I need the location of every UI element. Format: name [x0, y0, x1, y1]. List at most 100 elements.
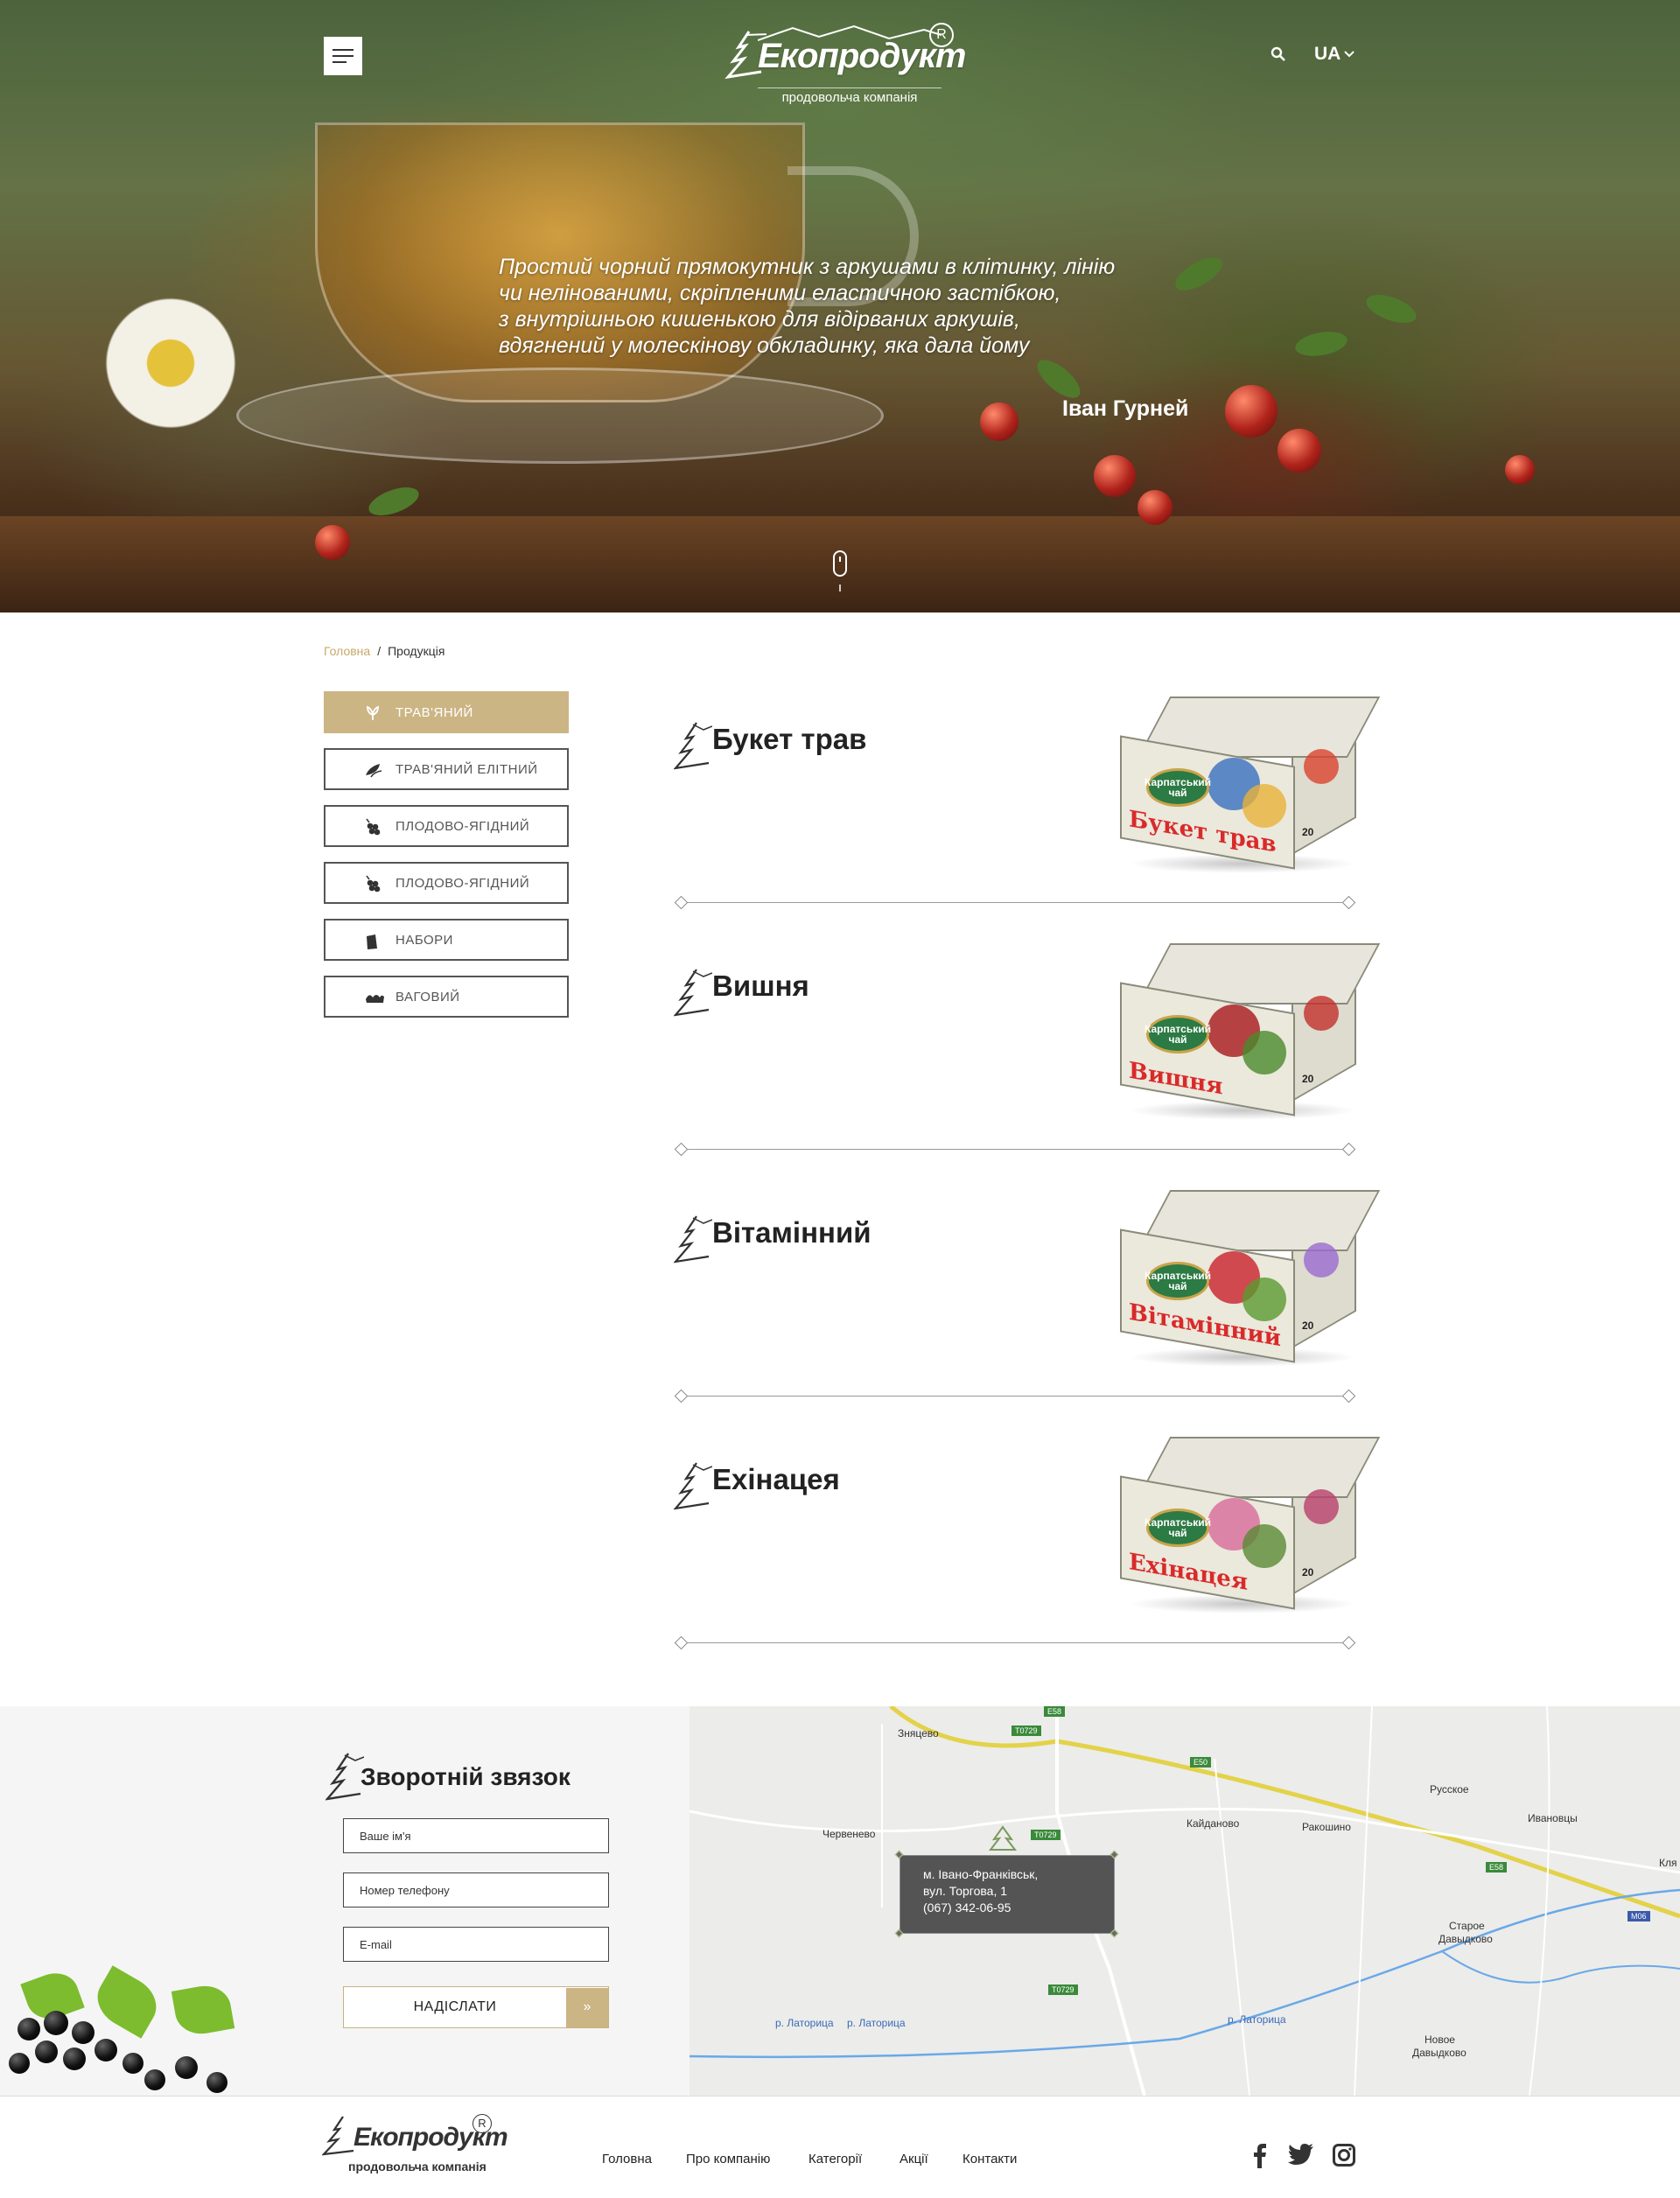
map-place-label: Червенево	[822, 1828, 876, 1840]
brand-badge: Карпатський чай	[1144, 768, 1211, 807]
map-place-label: р. Латорица	[775, 2017, 834, 2029]
road-number-badge: E58	[1044, 1706, 1066, 1717]
scroll-down-button[interactable]	[831, 550, 849, 599]
road-number-badge: T0729	[1048, 1984, 1078, 1995]
email-field[interactable]	[343, 1927, 609, 1962]
breadcrumb-separator: /	[377, 644, 382, 658]
category-fruit-berry[interactable]: ПЛОДОВО-ЯГІДНИЙ	[324, 805, 569, 847]
footer-logo[interactable]: Екопродукт R продовольча компанія	[322, 2114, 508, 2175]
footer-link-contacts[interactable]: Контакти	[962, 2152, 1017, 2166]
category-label: ТРАВ'ЯНИЙ ЕЛІТНИЙ	[396, 761, 538, 777]
product-item[interactable]: Вишня Карпатський чай Вишня 20	[674, 926, 1381, 1162]
product-title[interactable]: Букет трав	[712, 723, 866, 756]
location-map[interactable]: Зняцево Червенево Кайданово Ракошино Русское…	[690, 1706, 1680, 2096]
tea-bag-count: 20	[1302, 826, 1314, 838]
product-box-image[interactable]: Карпатський чай Ехінацея 20	[1120, 1437, 1381, 1614]
search-button[interactable]	[1270, 46, 1286, 66]
map-place-label: Новое	[1424, 2034, 1455, 2046]
map-place-label: Давыдково	[1438, 1933, 1493, 1945]
footer-link-about[interactable]: Про компанію	[686, 2152, 770, 2166]
product-item[interactable]: Вітамінний Карпатський чай Вітамінний 20	[674, 1172, 1381, 1409]
rosehip-berry	[1278, 429, 1321, 472]
category-herbal-elite[interactable]: ТРАВ'ЯНИЙ ЕЛІТНИЙ	[324, 748, 569, 790]
product-title[interactable]: Ехінацея	[712, 1463, 840, 1496]
box-illustration	[1242, 784, 1286, 828]
divider-diamond	[674, 1142, 689, 1157]
product-item[interactable]: Ехінацея Карпатський чай Ехінацея 20	[674, 1419, 1381, 1656]
submit-button[interactable]: НАДІСЛАТИ »	[343, 1986, 609, 2028]
tea-bag-count: 20	[1302, 1566, 1314, 1578]
product-box-image[interactable]: Карпатський чай Букет трав 20	[1120, 696, 1381, 873]
herb-icon	[367, 705, 379, 720]
product-item[interactable]: Букет трав Карпатський чай Букет трав 20	[674, 679, 1381, 915]
quote-line: чи нелінованими, скріпленими еластичною …	[499, 281, 1061, 305]
registered-mark: R	[472, 2114, 492, 2133]
quote-line: з внутрішньою кишенькою для відірваних а…	[499, 307, 1020, 332]
product-title[interactable]: Вишня	[712, 970, 809, 1003]
footer-link-promos[interactable]: Акції	[900, 2152, 928, 2166]
category-label: ПЛОДОВО-ЯГІДНИЙ	[396, 875, 530, 891]
name-field[interactable]	[343, 1818, 609, 1853]
instagram-icon[interactable]	[1333, 2144, 1355, 2166]
tea-bag-count: 20	[1302, 1320, 1314, 1332]
road-number-badge: T0729	[1012, 1726, 1041, 1736]
leaf	[171, 1981, 235, 2039]
twitter-icon[interactable]	[1288, 2144, 1314, 2166]
currant-berry	[18, 2018, 40, 2040]
category-fruit-berry-2[interactable]: ПЛОДОВО-ЯГІДНИЙ	[324, 862, 569, 904]
feedback-title: Зворотній звязок	[360, 1763, 570, 1790]
category-sets[interactable]: НАБОРИ	[324, 919, 569, 961]
quote-line: Простий чорний прямокутник з аркушами в …	[499, 255, 1116, 279]
category-loose[interactable]: ВАГОВИЙ	[324, 976, 569, 1018]
tree-logo-icon	[674, 1462, 712, 1510]
language-selector[interactable]: UA	[1314, 44, 1355, 65]
currant-berry	[63, 2048, 86, 2070]
box-illustration	[1242, 1031, 1286, 1074]
phone-field[interactable]	[343, 1872, 609, 1908]
rosehip-berry	[980, 402, 1018, 441]
map-place-label: р. Латорица	[847, 2017, 906, 2029]
footer-link-categories[interactable]: Категорії	[808, 2152, 862, 2166]
language-label: UA	[1314, 44, 1341, 64]
category-label: ТРАВ'ЯНИЙ	[396, 704, 473, 720]
leaves-icon	[366, 764, 382, 778]
box-illustration	[1304, 996, 1339, 1031]
rosehip-berry	[1505, 455, 1535, 485]
site-logo[interactable]: Екопродукт R продовольча компанія	[723, 23, 966, 110]
facebook-icon[interactable]	[1253, 2144, 1267, 2168]
divider-diamond	[1341, 1142, 1356, 1157]
currant-berry	[44, 2011, 68, 2035]
rosehip-berry	[315, 525, 350, 560]
brand-badge: Карпатський чай	[1144, 1508, 1211, 1547]
quote-line: вдягнений у молескінову обкладинку, яка …	[499, 333, 1030, 358]
divider-diamond	[1341, 1635, 1356, 1650]
box-illustration	[1304, 1242, 1339, 1278]
tea-bag-count: 20	[1302, 1073, 1314, 1085]
blackcurrant-image	[0, 1965, 254, 2096]
rosehip-berry	[1094, 455, 1136, 497]
product-title[interactable]: Вітамінний	[712, 1216, 872, 1250]
category-label: ПЛОДОВО-ЯГІДНИЙ	[396, 818, 530, 834]
map-info-popup: м. Івано-Франківськ, вул. Торгова, 1 (06…	[900, 1855, 1115, 1934]
berries-icon	[366, 875, 381, 892]
product-box-image[interactable]: Карпатський чай Вишня 20	[1120, 943, 1381, 1120]
box-illustration	[1242, 1524, 1286, 1568]
map-place-label: Давыдково	[1412, 2047, 1466, 2059]
currant-berry	[72, 2021, 94, 2044]
menu-button[interactable]	[324, 37, 362, 75]
breadcrumb-home-link[interactable]: Головна	[324, 644, 370, 658]
product-box-image[interactable]: Карпатський чай Вітамінний 20	[1120, 1190, 1381, 1367]
saucer-image	[236, 368, 884, 464]
divider-line	[681, 1149, 1349, 1150]
tree-logo-icon	[674, 969, 712, 1017]
map-place-label: р. Латорица	[1228, 2013, 1286, 2026]
divider-diamond	[1341, 895, 1356, 910]
currant-berry	[94, 2039, 117, 2062]
category-herbal[interactable]: ТРАВ'ЯНИЙ	[324, 691, 569, 733]
tree-logo-icon	[674, 1215, 712, 1264]
road-number-badge: E58	[1486, 1862, 1508, 1872]
footer-link-home[interactable]: Головна	[602, 2152, 652, 2166]
loose-tea-icon	[366, 995, 384, 1003]
rosehip-berry	[1225, 385, 1278, 438]
map-marker-icon[interactable]	[985, 1825, 1020, 1855]
